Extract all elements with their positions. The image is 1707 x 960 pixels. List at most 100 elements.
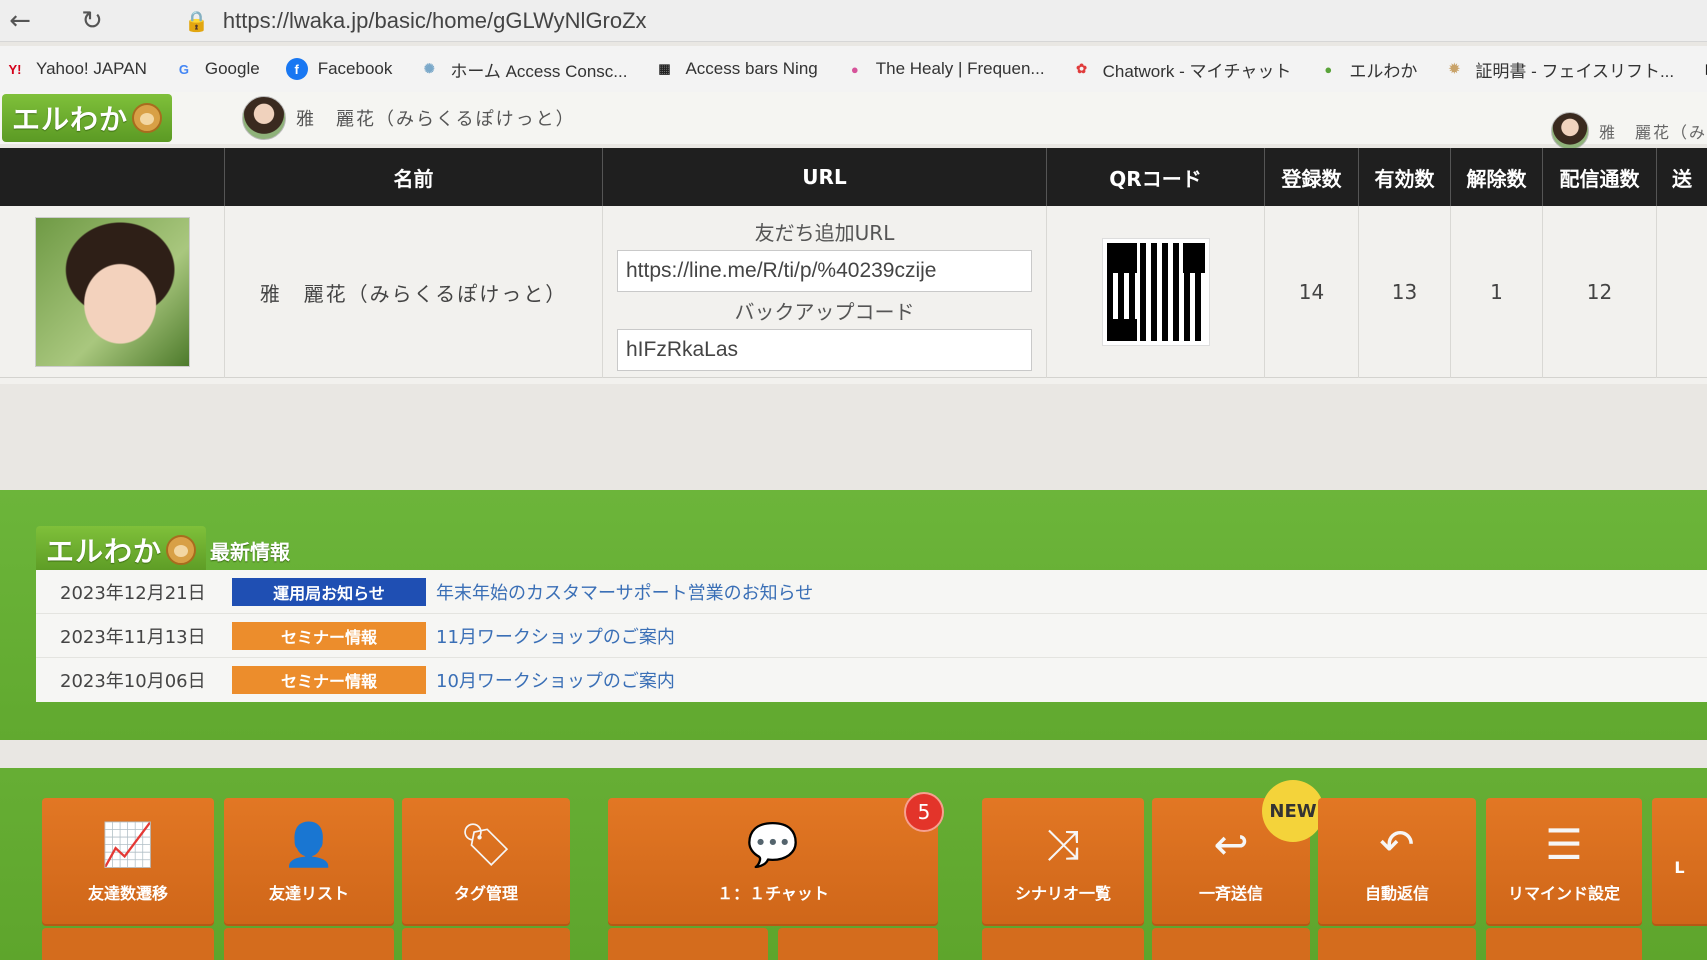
news-date: 2023年11月13日 xyxy=(60,626,206,648)
account-table: 名前 URL QRコード 登録数 有効数 解除数 配信通数 送 雅 麗花（みらく… xyxy=(0,148,1707,384)
avatar[interactable] xyxy=(242,96,287,140)
menu-tile-row2[interactable] xyxy=(982,928,1144,960)
undo-icon: ↶ xyxy=(1379,820,1415,869)
app-header: エルわか 雅 麗花（みらくるぽけっと） 雅 麗花（み xyxy=(0,92,1707,150)
google-icon: G xyxy=(178,61,189,77)
menu-tile-row2[interactable] xyxy=(1318,928,1476,960)
news-title-link[interactable]: 10月ワークショップのご案内 xyxy=(436,667,675,693)
menu-tile-row2[interactable] xyxy=(402,928,570,960)
avatar xyxy=(1550,112,1589,150)
yahoo-icon: Y! xyxy=(8,61,22,77)
table-row: 雅 麗花（みらくるぽけっと） 友だち追加URL https://line.me/… xyxy=(0,206,1707,378)
broadcast-button[interactable]: ↩ 一斉送信 NEW xyxy=(1152,780,1324,926)
chatwork-icon: ✿ xyxy=(1076,61,1088,76)
bookmark-lwaka[interactable]: ● エルわか xyxy=(1317,57,1417,82)
column-header-url: URL xyxy=(603,148,1047,206)
column-header-more: 送 xyxy=(1672,166,1692,191)
url-cell: 友だち追加URL https://line.me/R/ti/p/%40239cz… xyxy=(603,206,1047,378)
column-header-registered: 登録数 xyxy=(1265,148,1359,206)
bookmark-healy[interactable]: ● The Healy | Frequen... xyxy=(844,58,1045,80)
access-icon: ✺ xyxy=(423,61,435,76)
unread-badge: 5 xyxy=(904,792,944,832)
column-header-delivered: 配信通数 xyxy=(1543,148,1657,206)
news-date: 2023年10月06日 xyxy=(60,671,206,692)
qr-code[interactable] xyxy=(1101,238,1210,346)
news-title-link[interactable]: 11月ワークショップのご案内 xyxy=(436,623,675,649)
account-name[interactable]: 雅 麗花（みらくるぽけっと） xyxy=(296,105,576,131)
account-name-cell[interactable]: 雅 麗花（みらくるぽけっと） xyxy=(225,206,603,378)
bookmark-home[interactable]: ▦ホー xyxy=(1700,57,1707,82)
delivered-count: 12 xyxy=(1543,206,1657,378)
bookmark-chatwork[interactable]: ✿ Chatwork - マイチャット xyxy=(1071,57,1291,82)
chart-line-icon: 📈 xyxy=(101,820,155,869)
photo-cell xyxy=(0,206,225,378)
lwaka-icon: ● xyxy=(1324,61,1333,77)
menu-tile-row2[interactable] xyxy=(778,928,938,960)
news-section-label: 最新情報 xyxy=(210,539,291,564)
facebook-icon: f xyxy=(285,58,308,80)
main-menu: 📈 友達数遷移 👤 友達リスト 🏷 タグ管理 💬 １：１チャット 5 ⤨ シナリ… xyxy=(0,768,1707,960)
list-icon: ☰ xyxy=(1545,820,1583,869)
monkey-icon xyxy=(166,535,197,565)
monkey-icon xyxy=(132,103,163,133)
bookmark-certificate[interactable]: ✹ 証明書 - フェイスリフト... xyxy=(1443,57,1674,82)
remind-settings-button[interactable]: ☰ リマインド設定 xyxy=(1486,798,1642,926)
ning-icon: ▦ xyxy=(658,61,671,76)
news-logo: エルわか xyxy=(36,526,207,574)
bookmark-google[interactable]: G Google xyxy=(173,58,260,80)
qr-cell xyxy=(1047,206,1265,378)
menu-tile-row2[interactable] xyxy=(1486,928,1642,960)
friend-growth-button[interactable]: 📈 友達数遷移 xyxy=(42,798,214,926)
bookmark-access-consc[interactable]: ✺ ホーム Access Consc... xyxy=(418,57,628,82)
column-header-photo xyxy=(0,148,225,206)
news-list: 2023年12月21日 運用局お知らせ 年末年始のカスタマーサポート営業のお知ら… xyxy=(36,570,1707,702)
list-item[interactable]: 2023年11月13日 セミナー情報 11月ワークショップのご案内 xyxy=(36,614,1707,658)
reload-icon[interactable]: ↻ xyxy=(72,1,112,41)
new-badge: NEW xyxy=(1262,780,1324,842)
list-item[interactable]: 2023年12月21日 運用局お知らせ 年末年始のカスタマーサポート営業のお知ら… xyxy=(36,570,1707,614)
tag-icon: 🏷 xyxy=(459,820,513,869)
ning-icon: ▦ xyxy=(1700,58,1707,80)
chat-icon: 💬 xyxy=(746,820,800,869)
one-on-one-chat-button[interactable]: 💬 １：１チャット 5 xyxy=(608,792,944,926)
bookmark-yahoo[interactable]: Y! Yahoo! JAPAN xyxy=(4,58,147,80)
column-header-active: 有効数 xyxy=(1359,148,1451,206)
news-title-link[interactable]: 年末年始のカスタマーサポート営業のお知らせ xyxy=(436,579,813,605)
news-tag: 運用局お知らせ xyxy=(232,577,426,606)
scenario-list-button[interactable]: ⤨ シナリオ一覧 xyxy=(982,798,1144,926)
cancelled-count: 1 xyxy=(1451,206,1543,378)
app-logo[interactable]: エルわか xyxy=(2,94,173,142)
friend-url-field[interactable]: https://line.me/R/ti/p/%40239czije xyxy=(617,250,1032,292)
news-date: 2023年12月21日 xyxy=(60,582,206,604)
menu-tile-row2[interactable] xyxy=(224,928,394,960)
bookmark-access-bars[interactable]: ▦ Access bars Ning xyxy=(653,58,817,80)
column-header-qr: QRコード xyxy=(1047,148,1265,206)
url-field[interactable]: https://lwaka.jp/basic/home/gGLWyNlGroZx xyxy=(223,8,647,34)
friend-list-button[interactable]: 👤 友達リスト xyxy=(224,798,394,926)
backup-code-field[interactable]: hIFzRkaLas xyxy=(617,329,1032,371)
backup-code-label: バックアップコード xyxy=(734,300,915,324)
menu-tile-row2[interactable] xyxy=(1152,928,1310,960)
tag-management-button[interactable]: 🏷 タグ管理 xyxy=(402,798,570,926)
menu-tile-row2[interactable] xyxy=(42,928,214,960)
reply-icon: ↩ xyxy=(1213,820,1249,869)
certificate-icon: ✹ xyxy=(1448,61,1460,76)
column-header-name: 名前 xyxy=(225,148,603,206)
friend-url-label: 友だち追加URL xyxy=(754,221,895,245)
more-menu-button[interactable]: L xyxy=(1652,798,1707,926)
back-arrow-icon[interactable]: ← xyxy=(0,1,40,41)
active-count: 13 xyxy=(1359,206,1451,378)
auto-reply-button[interactable]: ↶ 自動返信 xyxy=(1318,798,1476,926)
account-switcher[interactable]: 雅 麗花（み xyxy=(1550,112,1707,150)
user-icon: 👤 xyxy=(282,820,336,869)
news-tag: セミナー情報 xyxy=(232,666,426,694)
column-header-cancelled: 解除数 xyxy=(1451,148,1543,206)
bookmark-facebook[interactable]: f Facebook xyxy=(285,58,392,80)
news-tag: セミナー情報 xyxy=(232,621,426,650)
news-section: エルわか 最新情報 2023年12月21日 運用局お知らせ 年末年始のカスタマー… xyxy=(0,490,1707,740)
bookmarks-bar: Y! Yahoo! JAPAN G Google f Facebook ✺ ホーム Ac… xyxy=(0,46,1707,92)
healy-icon: ● xyxy=(850,61,859,77)
list-item[interactable]: 2023年10月06日 セミナー情報 10月ワークショップのご案内 xyxy=(36,658,1707,702)
menu-tile-row2[interactable] xyxy=(608,928,768,960)
browser-address-bar: ← ↻ 🔒 https://lwaka.jp/basic/home/gGLWyN… xyxy=(0,0,1707,42)
